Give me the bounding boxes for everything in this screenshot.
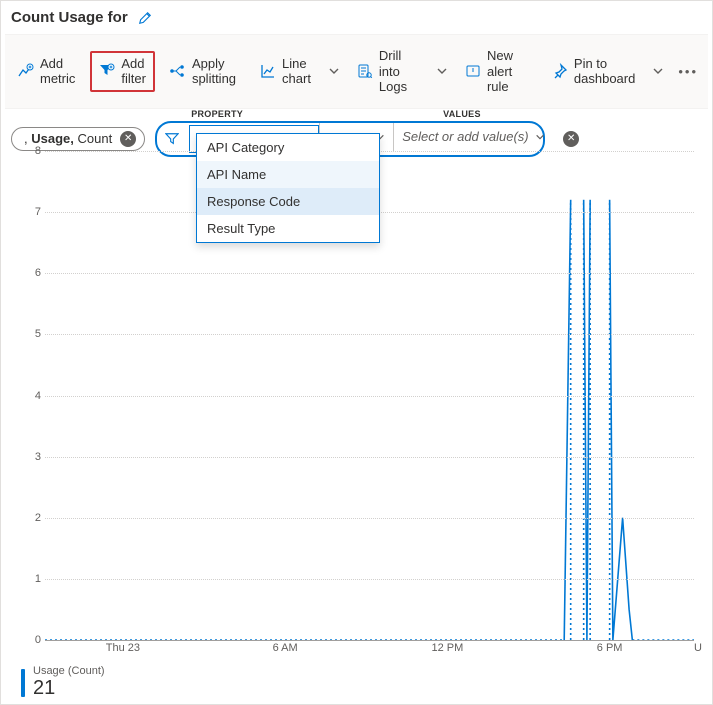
filter-icon <box>157 123 187 155</box>
apply-splitting-button[interactable]: Apply splitting <box>161 51 245 92</box>
pin-icon <box>552 63 568 79</box>
toolbar-label: New alert rule <box>487 48 528 95</box>
remove-filter-icon[interactable]: ✕ <box>563 131 579 147</box>
values-placeholder: Select or add value(s) <box>402 129 528 144</box>
line-chart-icon <box>260 63 276 79</box>
filter-property-label: PROPERTY <box>191 109 243 119</box>
y-tick-label: 8 <box>25 145 41 157</box>
legend: Usage (Count) 21 <box>21 665 105 700</box>
y-tick-label: 3 <box>25 451 41 463</box>
logs-icon <box>357 63 373 79</box>
toolbar-label: Drill into Logs <box>379 48 419 95</box>
pin-dashboard-button[interactable]: Pin to dashboard <box>543 51 644 92</box>
toolbar: Add metric Add filter Apply splitting Li… <box>5 34 708 109</box>
gridline: 6 <box>45 273 694 274</box>
dropdown-item[interactable]: API Name <box>197 161 379 188</box>
title-bar: Count Usage for <box>5 5 708 34</box>
x-tick-label: 12 PM <box>431 642 463 654</box>
y-tick-label: 1 <box>25 573 41 585</box>
chevron-down-icon[interactable] <box>326 65 342 77</box>
toolbar-label: Apply splitting <box>192 56 236 87</box>
y-tick-label: 0 <box>25 634 41 646</box>
dropdown-item[interactable]: Result Type <box>197 215 379 242</box>
chevron-down-icon[interactable] <box>650 65 666 77</box>
page-title: Count Usage for <box>11 9 128 26</box>
x-tick-label: Thu 23 <box>106 642 140 654</box>
y-tick-label: 7 <box>25 206 41 218</box>
line-chart-button[interactable]: Line chart <box>251 51 320 92</box>
chevron-down-icon[interactable] <box>434 65 450 77</box>
edit-icon[interactable] <box>138 11 152 25</box>
x-tick-label: U <box>694 642 702 654</box>
add-metric-button[interactable]: Add metric <box>9 51 84 92</box>
y-tick-label: 5 <box>25 328 41 340</box>
x-tick-label: 6 PM <box>597 642 623 654</box>
add-metric-icon <box>18 63 34 79</box>
y-tick-label: 6 <box>25 267 41 279</box>
toolbar-label: Add metric <box>40 56 75 87</box>
toolbar-label: Line chart <box>282 56 311 87</box>
alert-icon <box>465 63 481 79</box>
property-dropdown[interactable]: API CategoryAPI NameResponse CodeResult … <box>196 133 380 243</box>
gridline: 4 <box>45 396 694 397</box>
new-alert-button[interactable]: New alert rule <box>456 43 537 100</box>
dropdown-item[interactable]: Response Code <box>197 188 379 215</box>
values-select[interactable]: Select or add value(s) <box>393 123 543 151</box>
split-icon <box>170 63 186 79</box>
filter-values-label: VALUES <box>443 109 481 119</box>
toolbar-label: Pin to dashboard <box>574 56 635 87</box>
toolbar-label: Add filter <box>121 56 146 87</box>
drill-logs-button[interactable]: Drill into Logs <box>348 43 428 100</box>
y-tick-label: 2 <box>25 512 41 524</box>
gridline: 1 <box>45 579 694 580</box>
chevron-down-icon <box>535 132 545 142</box>
dropdown-item[interactable]: API Category <box>197 134 379 161</box>
gridline: 3 <box>45 457 694 458</box>
x-tick-label: 6 AM <box>273 642 298 654</box>
legend-label: Usage (Count) <box>33 665 105 677</box>
remove-metric-icon[interactable]: ✕ <box>120 131 136 147</box>
legend-value: 21 <box>33 677 105 700</box>
add-filter-button[interactable]: Add filter <box>90 51 155 92</box>
y-tick-label: 4 <box>25 390 41 402</box>
legend-swatch <box>21 669 25 697</box>
gridline: 2 <box>45 518 694 519</box>
more-button[interactable]: ••• <box>672 60 704 83</box>
add-filter-icon <box>99 63 115 79</box>
gridline: 5 <box>45 334 694 335</box>
